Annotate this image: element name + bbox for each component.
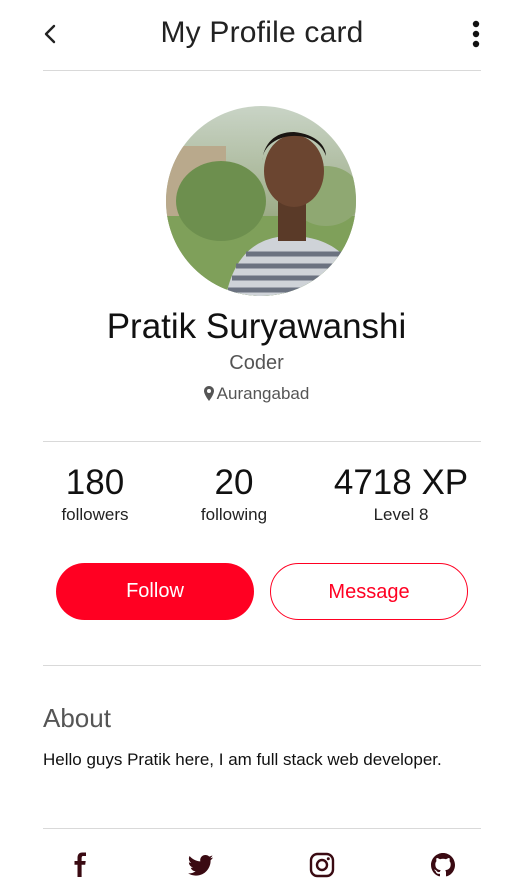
stat-followers: 180 followers [15,463,175,525]
github-icon [431,853,455,877]
divider [43,665,481,666]
instagram-icon [309,852,335,878]
profile-name: Pratik Suryawanshi [106,307,407,346]
facebook-link[interactable] [68,852,94,878]
twitter-icon [188,855,213,876]
location-text: Aurangabad [216,384,310,403]
about-heading: About [43,703,111,733]
stat-following: 20 following [154,463,314,525]
twitter-link[interactable] [188,852,214,878]
follow-button[interactable]: Follow [56,563,254,620]
instagram-link[interactable] [309,852,335,878]
stat-label: following [200,505,268,524]
stat-label: Level 8 [373,505,429,524]
more-menu-button[interactable] [471,20,481,48]
message-button[interactable]: Message [270,563,468,620]
stat-label: followers [61,505,129,524]
profile-role: Coder [229,352,284,374]
profile-location: Aurangabad [0,384,513,404]
stat-xp: 4718 XP Level 8 [321,463,481,525]
stat-value: 20 [214,463,254,502]
stat-value: 4718 XP [333,463,469,502]
page-title: My Profile card [160,16,364,49]
facebook-icon [74,852,86,877]
map-pin-icon [203,386,214,401]
stat-value: 180 [65,463,125,502]
more-vertical-icon [472,20,480,48]
divider [43,828,481,829]
avatar [166,106,356,296]
about-text: Hello guys Pratik here, I am full stack … [43,750,442,769]
divider [43,441,481,442]
header: My Profile card [43,0,481,71]
github-link[interactable] [430,852,456,878]
